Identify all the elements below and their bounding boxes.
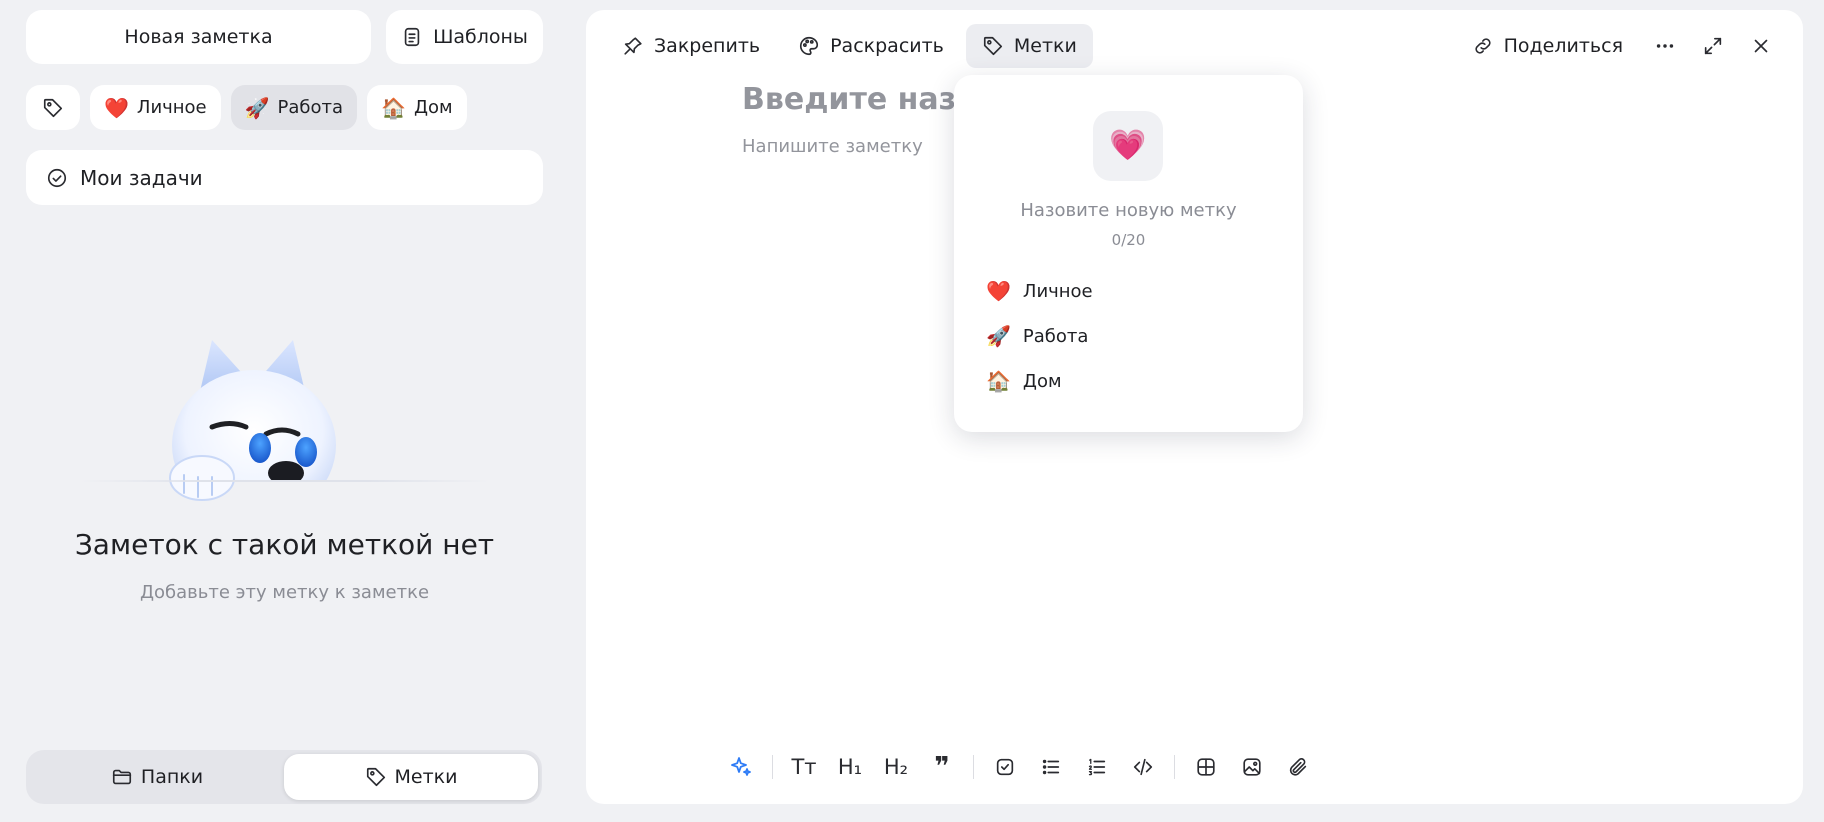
chip-label: Дом: [413, 97, 453, 118]
tag-option-personal[interactable]: ❤️ Личное: [986, 275, 1093, 307]
note-actions: Поделиться: [1456, 24, 1783, 68]
close-button[interactable]: [1739, 24, 1783, 68]
numbered-list-icon: [1086, 756, 1108, 778]
segment-label: Папки: [140, 766, 204, 788]
segment-folders[interactable]: Папки: [30, 754, 284, 800]
tag-icon: [42, 97, 64, 119]
link-icon: [1472, 35, 1494, 57]
table-button[interactable]: [1185, 746, 1227, 788]
ai-button[interactable]: [720, 746, 762, 788]
tag-option-label: Личное: [1022, 280, 1093, 302]
expand-button[interactable]: [1691, 24, 1735, 68]
quote-icon: ❞: [934, 752, 950, 782]
heart-icon: ❤️: [986, 279, 1011, 303]
pin-button[interactable]: Закрепить: [606, 24, 776, 68]
sidebar: Новая заметка Шаблоны ❤️ Личное 🚀 Работа…: [0, 0, 570, 822]
divider: [1174, 755, 1175, 779]
note-toolbar: Закрепить Раскрасить Метки: [606, 24, 1093, 68]
share-button[interactable]: Поделиться: [1456, 24, 1639, 68]
code-icon: [1132, 756, 1154, 778]
new-tag-name-input[interactable]: [974, 193, 1283, 227]
pink-heart-icon: 💗: [1109, 128, 1147, 163]
emoji-picker-button[interactable]: 💗: [1093, 111, 1163, 181]
tag-option-label: Работа: [1022, 325, 1089, 347]
heart-icon: ❤️: [104, 95, 129, 120]
checkbox-button[interactable]: [984, 746, 1026, 788]
document-icon: [401, 26, 423, 48]
note-body-input[interactable]: Напишите заметку: [742, 136, 923, 157]
empty-state-title: Заметок с такой меткой нет: [74, 528, 495, 561]
heading1-button[interactable]: H₁: [829, 746, 871, 788]
heading2-button[interactable]: H₂: [875, 746, 917, 788]
rocket-icon: 🚀: [986, 324, 1011, 348]
folder-icon: [111, 766, 133, 788]
table-icon: [1195, 756, 1217, 778]
checkbox-icon: [994, 756, 1016, 778]
bullet-list-icon: [1040, 756, 1062, 778]
chip-personal[interactable]: ❤️ Личное: [90, 85, 221, 130]
divider: [772, 755, 773, 779]
heading2-label: H₂: [883, 755, 909, 779]
heading1-label: H₁: [837, 755, 863, 779]
divider: [80, 480, 490, 482]
chip-home[interactable]: 🏠 Дом: [367, 85, 467, 130]
templates-label: Шаблоны: [433, 26, 528, 48]
text-style-label: Тт: [791, 755, 817, 779]
my-tasks-item[interactable]: Мои задачи: [26, 150, 543, 205]
new-note-label: Новая заметка: [124, 26, 273, 48]
color-label: Раскрасить: [830, 35, 944, 57]
share-label: Поделиться: [1503, 35, 1623, 57]
expand-icon: [1702, 35, 1724, 57]
numbered-list-button[interactable]: [1076, 746, 1118, 788]
more-button[interactable]: [1643, 24, 1687, 68]
tags-button[interactable]: Метки: [965, 24, 1093, 68]
all-tags-chip[interactable]: [26, 85, 80, 130]
new-note-button[interactable]: Новая заметка: [26, 10, 371, 64]
quote-button[interactable]: ❞: [921, 746, 963, 788]
text-style-button[interactable]: Тт: [783, 746, 825, 788]
check-circle-icon: [46, 167, 68, 189]
bullet-list-button[interactable]: [1030, 746, 1072, 788]
color-button[interactable]: Раскрасить: [782, 24, 960, 68]
empty-state-mascot: [80, 330, 490, 510]
format-toolbar: Тт H₁ H₂ ❞: [720, 745, 1319, 789]
tags-label: Метки: [1013, 35, 1077, 57]
tags-dropdown: 💗 0/20 ❤️ Личное 🚀 Работа 🏠 Дом: [954, 75, 1303, 432]
tag-list: ❤️ Личное 🚀 Работа 🏠 Дом: [986, 275, 1093, 397]
house-icon: 🏠: [986, 369, 1011, 393]
tag-icon: [982, 35, 1004, 57]
image-icon: [1241, 756, 1263, 778]
code-button[interactable]: [1122, 746, 1164, 788]
tag-chips: ❤️ Личное 🚀 Работа 🏠 Дом: [26, 85, 467, 130]
close-icon: [1750, 35, 1772, 57]
sparkle-icon: [729, 755, 753, 779]
templates-button[interactable]: Шаблоны: [386, 10, 543, 64]
tag-option-work[interactable]: 🚀 Работа: [986, 320, 1093, 352]
mascot-illustration: [169, 340, 336, 501]
tag-icon: [365, 766, 387, 788]
paperclip-icon: [1287, 756, 1309, 778]
chip-label: Работа: [277, 97, 344, 118]
segment-tags[interactable]: Метки: [284, 754, 538, 800]
chip-label: Личное: [136, 97, 207, 118]
palette-icon: [798, 35, 820, 57]
more-dots-icon: [1654, 35, 1676, 57]
my-tasks-label: Мои задачи: [80, 165, 203, 190]
segment-label: Метки: [394, 766, 458, 788]
divider: [973, 755, 974, 779]
rocket-icon: 🚀: [244, 95, 270, 120]
image-button[interactable]: [1231, 746, 1273, 788]
pin-icon: [622, 35, 644, 57]
chip-work[interactable]: 🚀 Работа: [230, 85, 358, 130]
attach-button[interactable]: [1277, 746, 1319, 788]
pin-label: Закрепить: [654, 35, 761, 57]
char-counter: 0/20: [1111, 231, 1146, 249]
tag-option-label: Дом: [1022, 370, 1062, 392]
sidebar-mode-switch: Папки Метки: [26, 750, 542, 804]
house-icon: 🏠: [381, 95, 406, 120]
empty-state-subtitle: Добавьте эту метку к заметке: [139, 582, 430, 603]
tag-option-home[interactable]: 🏠 Дом: [986, 365, 1093, 397]
